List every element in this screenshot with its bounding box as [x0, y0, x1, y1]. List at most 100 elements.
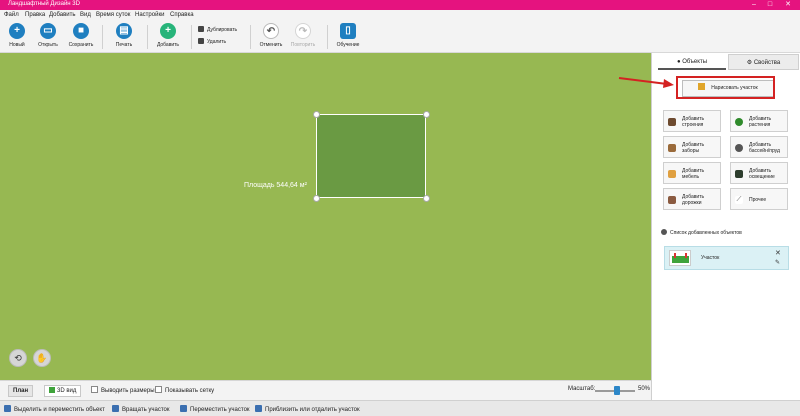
add-button[interactable]: + Добавить — [151, 23, 185, 51]
status-zoom: Приблизить или отдалить участок — [255, 405, 360, 413]
menu-edit[interactable]: Правка — [25, 12, 45, 18]
undo-label: Отменить — [259, 42, 283, 48]
print-label: Печать — [115, 42, 133, 48]
lamp-icon — [735, 170, 743, 178]
close-icon[interactable]: ✕ — [775, 249, 781, 257]
other-label: Прочее — [749, 197, 767, 203]
trash-icon — [198, 38, 204, 44]
zoom-slider-knob[interactable] — [614, 386, 620, 395]
add-label: Добавить — [156, 42, 180, 48]
plot-corner-handle[interactable] — [313, 195, 320, 202]
status-bar: Выделить и переместить объект Вращать уч… — [0, 400, 800, 416]
3d-view-button[interactable]: 3D вид — [44, 385, 82, 397]
plot-corner-handle[interactable] — [423, 111, 430, 118]
toolbar-divider — [250, 25, 251, 49]
show-sizes-checkbox[interactable]: Выводить размеры — [91, 386, 155, 394]
title-bar: Ландшафтный Дизайн 3D – □ ✕ — [0, 0, 800, 10]
other-button[interactable]: ⟋ Прочее — [730, 188, 788, 210]
tablet-icon: ▯ — [340, 23, 356, 39]
status-select-move: Выделить и переместить объект — [4, 405, 105, 413]
annotation-arrow-icon — [618, 77, 674, 88]
rotate-icon: ⟲ — [14, 353, 22, 363]
undo-button[interactable]: ↶ Отменить — [254, 23, 288, 51]
printer-icon: ▤ — [116, 23, 132, 39]
add-buildings-label: Добавить строения — [682, 116, 705, 128]
save-label: Сохранить — [68, 42, 94, 48]
tutorial-label: Обучение — [336, 42, 360, 48]
tree-icon — [49, 387, 55, 393]
redo-label: Повторить — [290, 42, 316, 48]
save-button[interactable]: ■ Сохранить — [64, 23, 98, 51]
show-grid-label: Показывать сетку — [165, 388, 215, 394]
design-canvas[interactable]: ⟲ ✋ — [0, 53, 651, 380]
add-furniture-label: Добавить мебель — [682, 168, 705, 180]
print-button[interactable]: ▤ Печать — [107, 23, 141, 51]
new-button[interactable]: + Новый — [0, 23, 34, 51]
rotate-icon — [112, 405, 119, 412]
tab-properties[interactable]: ⚙ Свойства — [728, 54, 799, 70]
objects-panel: ● Объекты ⚙ Свойства Нарисовать участок … — [651, 53, 800, 400]
toolbar-divider — [327, 25, 328, 49]
show-sizes-label: Выводить размеры — [101, 388, 155, 394]
status-move: Переместить участок — [180, 405, 250, 413]
add-pool-label: Добавить бассейн/пруд — [749, 142, 780, 154]
hand-icon: ✋ — [36, 353, 48, 363]
move-icon — [180, 405, 187, 412]
menu-add[interactable]: Добавить — [49, 12, 76, 18]
other-icon: ⟋ — [735, 196, 743, 204]
add-lighting-label: Добавить освещение — [749, 168, 775, 180]
fence-icon — [668, 144, 676, 152]
open-button[interactable]: ▭ Открыть — [31, 23, 65, 51]
view-bar: План 3D вид Выводить размеры Показывать … — [0, 380, 651, 400]
redo-button[interactable]: ↷ Повторить — [286, 23, 320, 51]
plot-corner-handle[interactable] — [423, 195, 430, 202]
toolbar: + Новый ▭ Открыть ■ Сохранить ▤ Печать +… — [0, 21, 800, 53]
land-plot[interactable] — [316, 114, 426, 198]
redo-icon: ↷ — [295, 23, 311, 39]
furniture-icon — [668, 170, 676, 178]
add-paths-button[interactable]: Добавить дорожки — [663, 188, 721, 210]
delete-button[interactable]: Удалить — [198, 38, 226, 48]
menu-help[interactable]: Справка — [170, 12, 194, 18]
layers-icon — [661, 229, 667, 235]
plan-view-button[interactable]: План — [8, 385, 34, 397]
add-pool-button[interactable]: Добавить бассейн/пруд — [730, 136, 788, 158]
list-item[interactable]: Участок ✕ ✎ — [664, 246, 789, 270]
pencil-icon[interactable]: ✎ — [775, 259, 780, 266]
duplicate-label: Дублировать — [207, 27, 238, 33]
duplicate-button[interactable]: Дублировать — [198, 26, 237, 36]
maximize-button[interactable]: □ — [762, 0, 778, 10]
zoom-icon — [255, 405, 262, 412]
tutorial-button[interactable]: ▯ Обучение — [331, 23, 365, 51]
add-lighting-button[interactable]: Добавить освещение — [730, 162, 788, 184]
zoom-label: Масштаб: — [568, 386, 596, 392]
tree-icon — [735, 118, 743, 126]
plus-icon: + — [160, 23, 176, 39]
cursor-icon — [4, 405, 11, 412]
close-window-button[interactable]: ✕ — [780, 0, 796, 10]
add-plants-label: Добавить растения — [749, 116, 772, 128]
pan-hand-button[interactable]: ✋ — [33, 349, 51, 367]
menu-settings[interactable]: Настройки — [135, 12, 164, 18]
objects-tab-icon: ● — [676, 59, 681, 65]
add-fences-button[interactable]: Добавить заборы — [663, 136, 721, 158]
tab-objects[interactable]: ● Объекты — [658, 54, 726, 70]
show-grid-checkbox[interactable]: Показывать сетку — [155, 386, 214, 394]
menu-file[interactable]: Файл — [4, 12, 19, 18]
status-rotate: Вращать участок — [112, 405, 169, 413]
menu-view[interactable]: Вид — [80, 12, 91, 18]
menu-time-of-day[interactable]: Время суток — [96, 12, 130, 18]
minimize-button[interactable]: – — [746, 0, 762, 10]
list-item-label: Участок — [701, 255, 720, 261]
toolbar-divider — [102, 25, 103, 49]
house-icon — [668, 118, 676, 126]
add-buildings-button[interactable]: Добавить строения — [663, 110, 721, 132]
open-label: Открыть — [38, 42, 58, 48]
add-furniture-button[interactable]: Добавить мебель — [663, 162, 721, 184]
area-label: Площадь 544,64 м² — [244, 182, 307, 189]
rotate-view-button[interactable]: ⟲ — [9, 349, 27, 367]
new-label: Новый — [9, 42, 25, 48]
plot-corner-handle[interactable] — [313, 111, 320, 118]
plan-label: План — [13, 388, 29, 394]
add-plants-button[interactable]: Добавить растения — [730, 110, 788, 132]
